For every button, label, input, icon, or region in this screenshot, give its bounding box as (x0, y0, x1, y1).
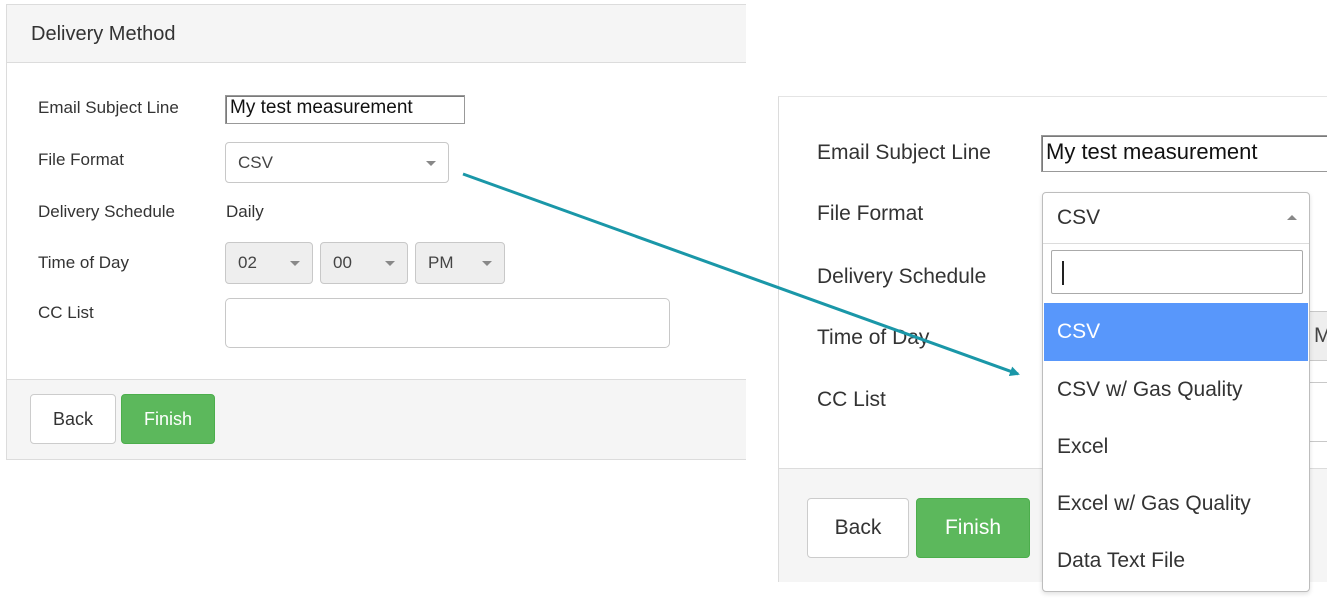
connector-arrow (462, 172, 1020, 376)
